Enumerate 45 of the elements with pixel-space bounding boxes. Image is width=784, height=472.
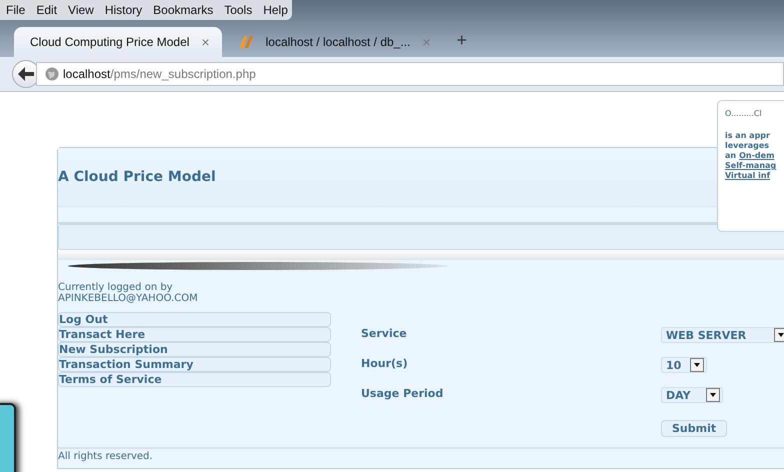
caret-icon [694,363,700,367]
browser-tab[interactable]: localhost / localhost / db_... × [222,27,443,57]
field-label: Usage Period [361,387,444,402]
submit-button[interactable]: Submit [661,420,728,437]
browser-tab[interactable]: Cloud Computing Price Model × [14,27,222,57]
new-tab-button[interactable]: + [456,30,468,51]
app-icon [238,34,254,50]
select-field[interactable]: 10 [661,357,707,373]
menu-item[interactable]: Bookmarks [153,3,214,17]
popup-text: leverages [725,141,770,151]
tab-title: Cloud Computing Price Model [30,35,190,49]
field-label: Hour(s) [361,357,409,372]
menu-item[interactable]: File [6,3,26,17]
popup-text: an [725,151,736,161]
user-email: APINKEBELLO@YAHOO.COM [58,293,199,304]
caret-icon [778,333,784,337]
address-field[interactable]: localhost/pms/new_subscription.php [36,62,784,86]
nav-link[interactable]: Transact Here [58,327,331,342]
footer-text: All rights reserved. [58,447,784,468]
nav-link[interactable]: Terms of Service [58,372,331,387]
url-path: /pms/new_subscription.php [110,67,256,81]
back-arrow-icon [18,67,34,81]
caret-icon [710,393,716,397]
menu-item[interactable]: View [68,3,94,17]
field-label: Service [361,327,408,342]
site-title: A Cloud Price Model [58,169,216,185]
popup-link[interactable]: Virtual inf [725,171,770,181]
nav-link[interactable]: New Subscription [58,342,331,357]
globe-icon [45,67,59,81]
nav-link[interactable]: Transaction Summary [58,357,331,372]
close-button[interactable]: × [201,34,210,50]
select-field[interactable]: DAY [661,387,723,403]
menu-item[interactable]: Tools [224,3,252,17]
menu-item[interactable]: History [104,3,142,17]
select-field[interactable]: WEB SERVER [661,327,784,343]
popup-link[interactable]: Self-manag [725,161,776,171]
menu-item[interactable]: Help [263,3,288,17]
popup-heading: O.........Cl [725,109,763,118]
tab-title: localhost / localhost / db_... [266,35,410,49]
login-label: Currently logged on by [58,282,174,293]
popup-link[interactable]: On-dem [739,151,774,161]
url-host: localhost [63,67,110,81]
menu-item[interactable]: Edit [36,3,58,17]
nav-link[interactable]: Log Out [58,312,331,327]
popup-text: is an appr [725,131,770,141]
